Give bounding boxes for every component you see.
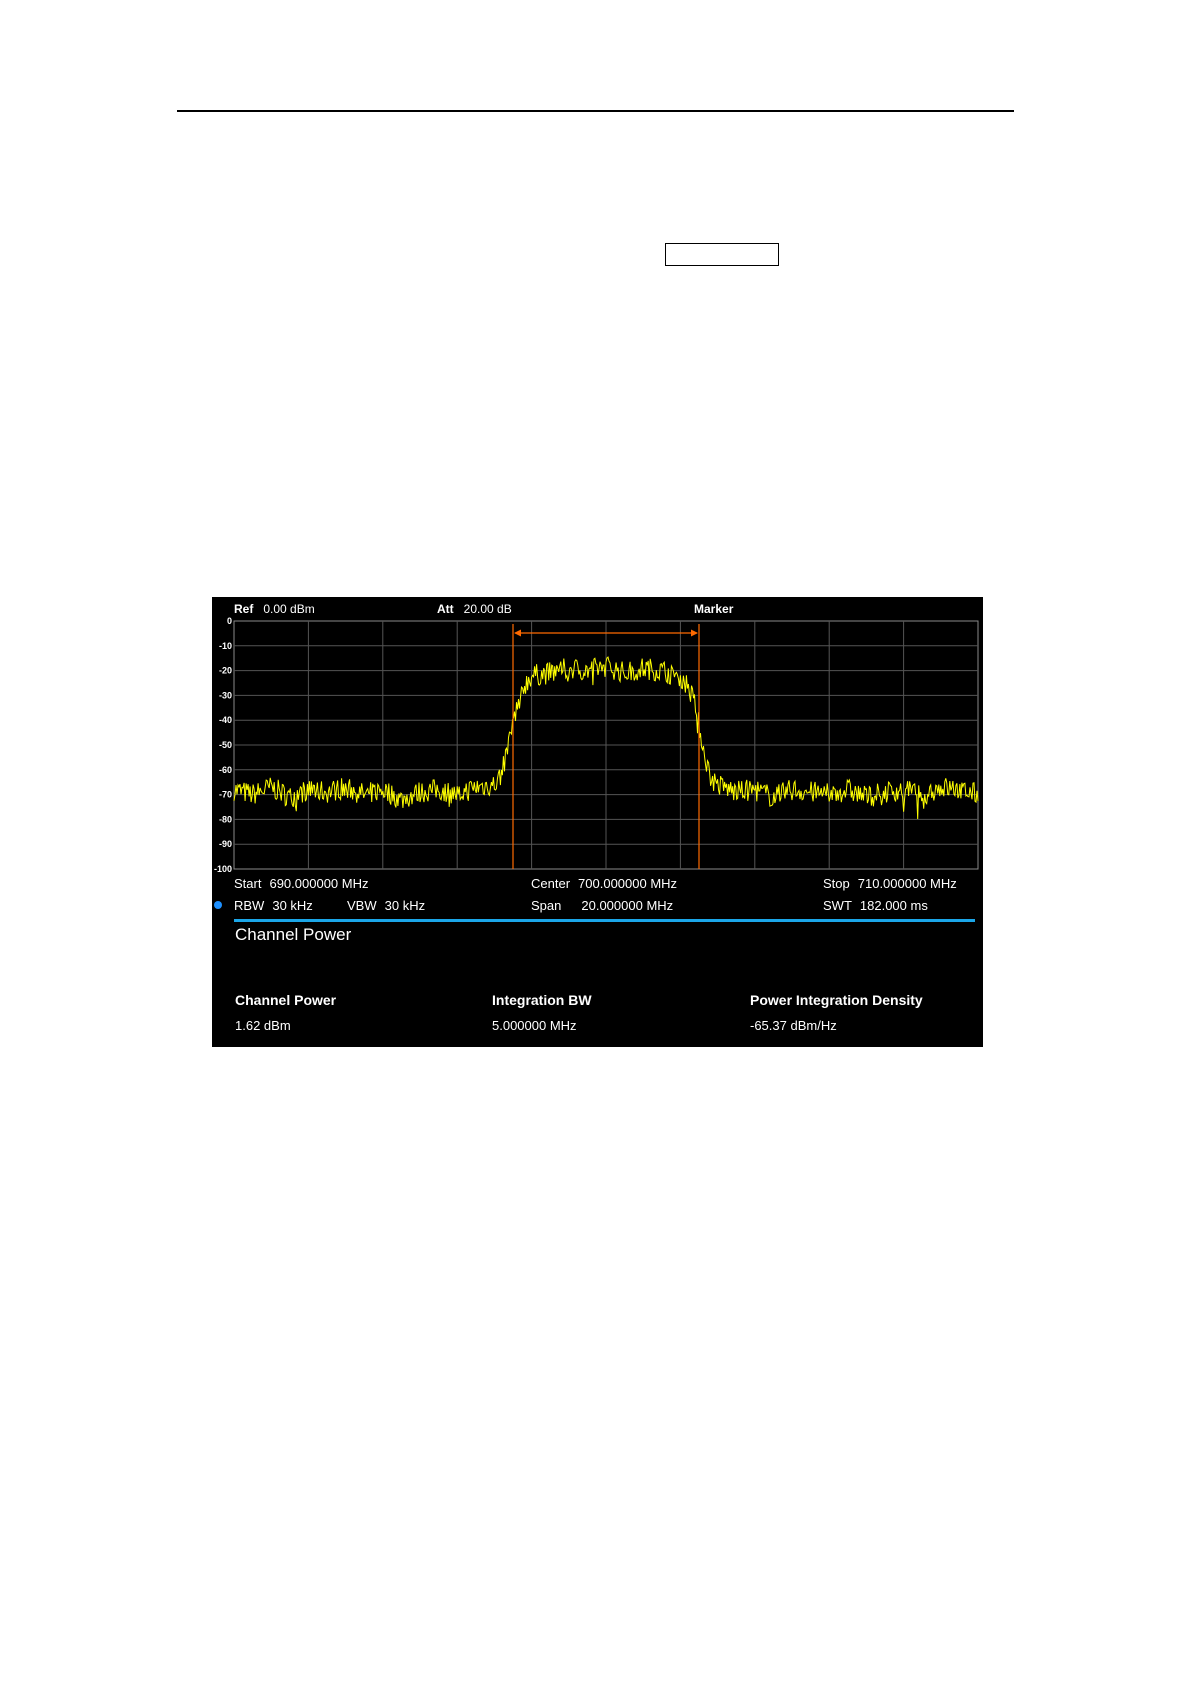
y-tick-label: -10 xyxy=(219,641,232,651)
sweep-time[interactable]: SWT 182.000 ms xyxy=(823,898,928,913)
empty-box xyxy=(665,243,779,266)
section-divider xyxy=(234,919,975,922)
power-density-label: Power Integration Density xyxy=(750,992,923,1008)
arrow-head-right-icon xyxy=(691,629,698,637)
y-tick-label: -20 xyxy=(219,666,232,676)
power-density-value: -65.37 dBm/Hz xyxy=(750,1018,837,1033)
rbw[interactable]: RBW 30 kHz xyxy=(234,898,313,913)
y-tick-label: -70 xyxy=(219,790,232,800)
page-header-rule xyxy=(177,110,1014,112)
start-freq: Start 690.000000 MHz xyxy=(234,876,369,891)
analyzer-screen: Ref 0.00 dBm Att 20.00 dB Marker 0 -10 -20 -3… xyxy=(212,597,983,1047)
integration-bw-label: Integration BW xyxy=(492,992,592,1008)
integration-bw-value: 5.000000 MHz xyxy=(492,1018,577,1033)
channel-power-value: 1.62 dBm xyxy=(235,1018,291,1033)
y-tick-label: -90 xyxy=(219,839,232,849)
y-tick-label: -40 xyxy=(219,715,232,725)
center-freq: Center 700.000000 MHz xyxy=(531,876,678,891)
vbw[interactable]: VBW 30 kHz xyxy=(347,898,425,913)
y-tick-label: -100 xyxy=(214,864,232,874)
y-tick-label: -80 xyxy=(219,814,232,824)
y-tick-label: -50 xyxy=(219,740,232,750)
y-tick-label: -30 xyxy=(219,690,232,700)
y-tick-label: 0 xyxy=(227,616,232,626)
measurement-title: Channel Power xyxy=(235,925,352,944)
active-indicator-icon xyxy=(214,901,222,909)
span[interactable]: Span 20.000000 MHz xyxy=(531,898,673,913)
channel-power-label: Channel Power xyxy=(235,992,337,1008)
stop-freq: Stop 710.000000 MHz xyxy=(823,876,957,891)
arrow-head-left-icon xyxy=(514,629,521,637)
y-tick-label: -60 xyxy=(219,765,232,775)
spectrum-plot: 0 -10 -20 -30 -40 -50 -60 -70 -80 -90 -100 xyxy=(214,616,979,874)
